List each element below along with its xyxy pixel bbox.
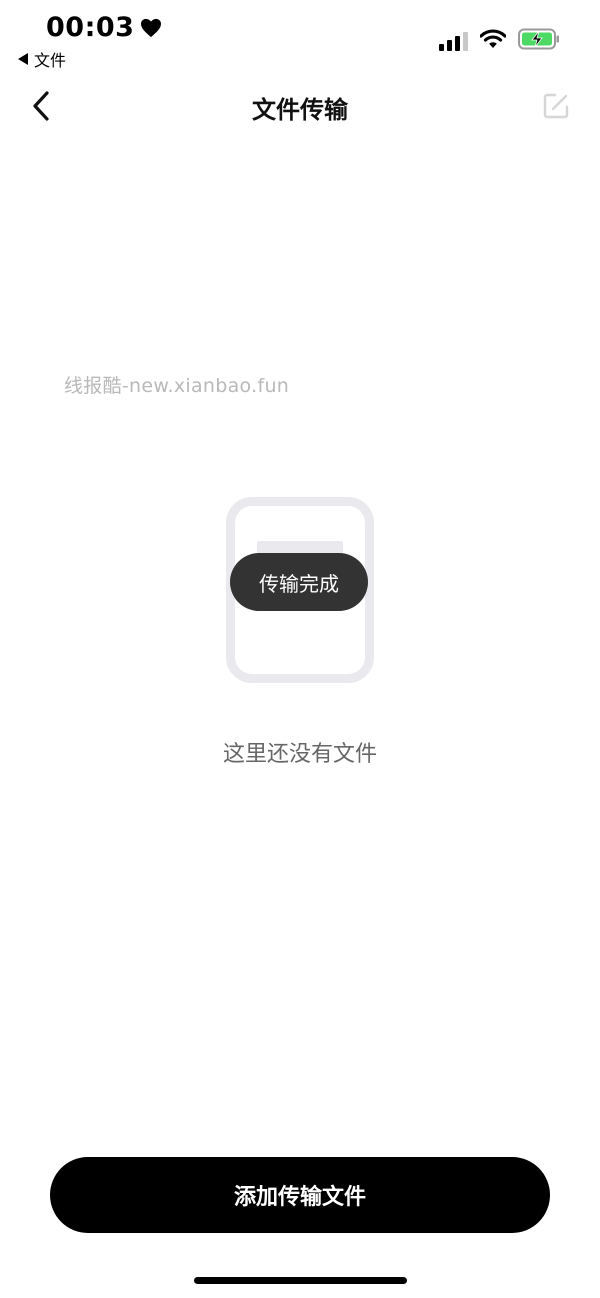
edit-button[interactable] [542, 92, 570, 120]
signal-icon [439, 31, 468, 51]
heart-icon [140, 18, 162, 38]
back-to-app-label: 文件 [34, 51, 67, 70]
status-bar-indicators [439, 28, 560, 54]
back-triangle-icon [18, 53, 28, 65]
status-bar-time: 00:03 [46, 12, 162, 43]
watermark-text: 线报酷-new.xianbao.fun [64, 375, 290, 397]
edit-icon [543, 93, 569, 119]
back-to-app-link[interactable]: 文件 [18, 47, 66, 71]
page-title: 文件传输 [252, 96, 348, 124]
wifi-icon [479, 29, 507, 53]
time-text: 00:03 [46, 12, 135, 43]
battery-charging-icon [518, 28, 560, 54]
home-indicator[interactable] [194, 1277, 407, 1284]
add-transfer-file-button[interactable]: 添加传输文件 [50, 1157, 550, 1233]
empty-state-message: 这里还没有文件 [222, 742, 377, 767]
toast-message: 传输完成 [230, 553, 368, 611]
